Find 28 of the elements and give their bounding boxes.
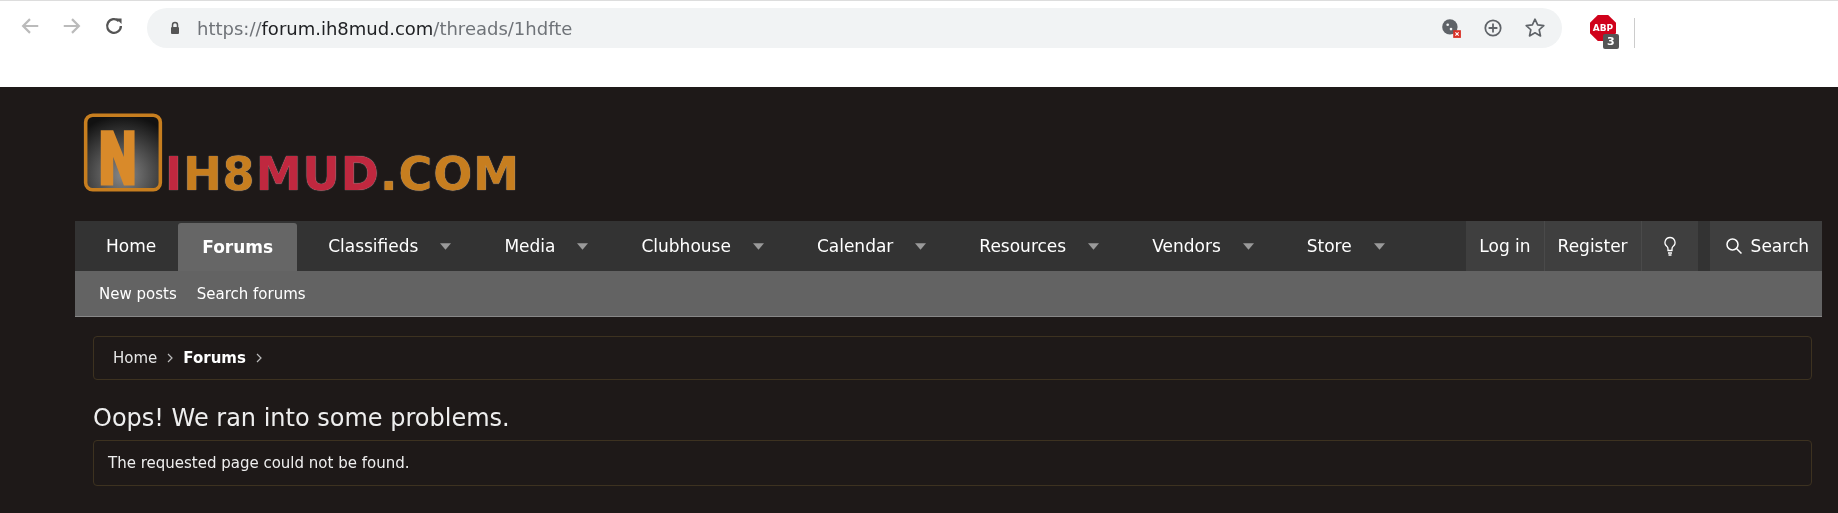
error-heading: Oops! We ran into some problems.: [93, 403, 511, 434]
cookie-blocked-icon[interactable]: [1440, 17, 1462, 39]
nav-tab[interactable]: Clubhouse: [610, 221, 786, 271]
breadcrumb-link[interactable]: Forums: [183, 349, 246, 367]
nav-tab[interactable]: Media: [473, 221, 611, 271]
style-toggle-button[interactable]: [1640, 221, 1698, 271]
nav-tab[interactable]: Home: [75, 221, 179, 271]
nav-tab[interactable]: Forums: [178, 223, 298, 271]
nav-tab[interactable]: Store: [1275, 221, 1407, 271]
chevron-icon: [255, 353, 262, 363]
subnav-link[interactable]: Search forums: [196, 284, 306, 303]
zoom-in-icon[interactable]: [1482, 17, 1504, 39]
url-text: https://forum.ih8mud.com/threads/1hdfte: [197, 17, 573, 39]
search-button[interactable]: Search: [1709, 221, 1822, 271]
address-bar[interactable]: https://forum.ih8mud.com/threads/1hdfte: [147, 8, 1562, 48]
chevron-icon: [167, 353, 174, 363]
star-icon[interactable]: [1524, 17, 1546, 39]
lock-icon: [169, 21, 181, 35]
breadcrumb-link[interactable]: Home: [113, 349, 158, 367]
nav-tab[interactable]: Vendors: [1121, 221, 1276, 271]
nav-tab[interactable]: Classifieds: [297, 221, 474, 271]
nav-tab[interactable]: Calendar: [785, 221, 949, 271]
logo-wordmark: IH8MUD.COM: [165, 147, 521, 201]
extension-badge: 3: [1603, 34, 1619, 49]
subnav-link[interactable]: New posts: [99, 284, 177, 303]
error-message: The requested page could not be found.: [93, 440, 1812, 486]
search-icon: [1724, 237, 1743, 255]
nav-tab[interactable]: Resources: [948, 221, 1122, 271]
